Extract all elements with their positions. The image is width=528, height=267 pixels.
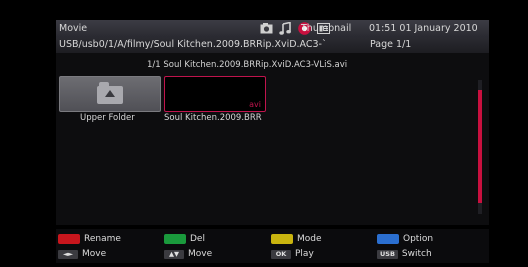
music-icon[interactable]: [279, 22, 292, 35]
video-file-thumbnail[interactable]: avi: [164, 76, 266, 112]
title-bar: Movie Thumbnail 01:51 01 January 2010: [56, 20, 489, 37]
upper-folder-label: Upper Folder: [80, 113, 135, 123]
upper-folder-thumbnail[interactable]: [59, 76, 161, 112]
up-down-key-icon: ▲▼: [164, 249, 184, 259]
selected-file-info: 1/1 Soul Kitchen.2009.BRRip.XviD.AC3-VLi…: [147, 60, 348, 70]
path-bar: USB/usb0/1/A/filmy/Soul Kitchen.2009.BRR…: [56, 37, 489, 53]
usb-key-icon: USB: [377, 249, 398, 259]
green-key-icon: [164, 234, 186, 244]
red-key-icon: [58, 234, 80, 244]
left-right-key-icon: ◄►: [58, 249, 78, 259]
view-mode-label: Thumbnail: [301, 23, 352, 34]
screen: Movie Thumbnail 01:51 01 January 2010 US…: [0, 0, 528, 267]
video-file-label: Soul Kitchen.2009.BRR: [164, 113, 262, 123]
yellow-key-icon: [271, 234, 293, 244]
rename-button[interactable]: Rename: [58, 234, 121, 244]
current-path: USB/usb0/1/A/filmy/Soul Kitchen.2009.BRR…: [59, 39, 327, 50]
page-indicator: Page 1/1: [370, 39, 412, 50]
folder-up-icon: [97, 82, 123, 104]
scrollbar-thumb[interactable]: [478, 90, 482, 203]
key-help-bar: Rename Del Mode Option ◄► Move ▲▼ Move O…: [56, 229, 489, 263]
blue-key-icon: [377, 234, 399, 244]
file-extension: avi: [249, 100, 261, 109]
mode-button[interactable]: Mode: [271, 234, 322, 244]
ok-key-icon: OK: [271, 249, 291, 259]
play-button[interactable]: OK Play: [271, 249, 314, 259]
delete-button[interactable]: Del: [164, 234, 205, 244]
move-left-right-hint: ◄► Move: [58, 249, 106, 259]
mode-title: Movie: [59, 23, 88, 34]
switch-button[interactable]: USB Switch: [377, 249, 432, 259]
option-button[interactable]: Option: [377, 234, 433, 244]
move-up-down-hint: ▲▼ Move: [164, 249, 212, 259]
clock: 01:51 01 January 2010: [369, 23, 478, 34]
photo-icon[interactable]: [260, 22, 273, 35]
